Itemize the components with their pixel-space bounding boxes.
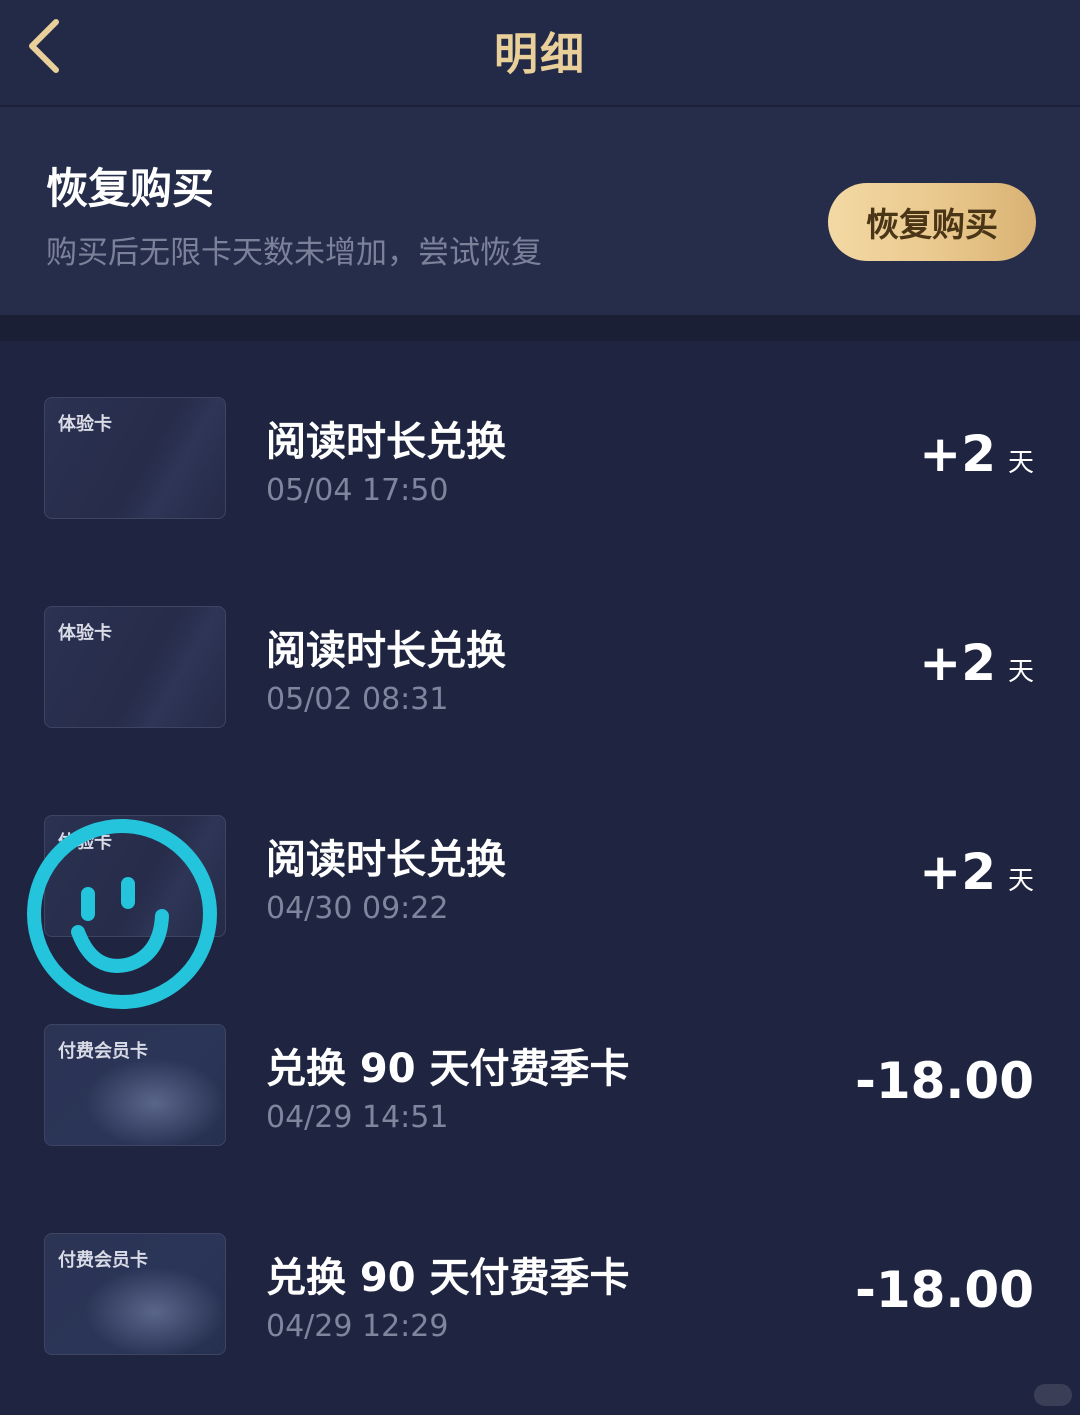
record-time: 05/02 08:31 [266,682,449,717]
restore-purchase-panel: 恢复购买 购买后无限卡天数未增加，尝试恢复 恢复购买 [0,107,1080,315]
card-label: 体验卡 [58,832,112,853]
amount-value: +2 [919,843,996,901]
restore-purchase-button[interactable]: 恢复购买 [828,183,1036,261]
list-item[interactable]: 体验卡 阅读时长兑换 04/30 09:22 +2 天 [0,759,1080,968]
record-title: 兑换 90 天付费季卡 [266,1255,630,1301]
watermark-badge [1034,1384,1072,1406]
list-item[interactable]: 付费会员卡 兑换 90 天付费季卡 04/29 14:51 -18.00 [0,968,1080,1177]
card-label: 体验卡 [58,414,112,435]
list-item[interactable]: 体验卡 阅读时长兑换 05/02 08:31 +2 天 [0,550,1080,759]
section-divider [0,315,1080,341]
list-item[interactable]: 体验卡 阅读时长兑换 05/04 17:50 +2 天 [0,341,1080,550]
record-amount: -18.00 [855,1052,1034,1110]
restore-description: 购买后无限卡天数未增加，尝试恢复 [46,235,542,271]
record-amount: +2 天 [919,634,1034,692]
record-amount: -18.00 [855,1261,1034,1319]
record-title: 阅读时长兑换 [266,628,506,674]
amount-value: -18.00 [855,1261,1034,1319]
amount-value: +2 [919,634,996,692]
record-time: 05/04 17:50 [266,473,449,508]
card-label: 付费会员卡 [58,1250,148,1271]
record-title: 兑换 90 天付费季卡 [266,1046,630,1092]
amount-unit: 天 [1007,866,1034,896]
record-amount: +2 天 [919,843,1034,901]
amount-unit: 天 [1007,448,1034,478]
card-thumbnail: 体验卡 [44,397,226,519]
card-thumbnail: 体验卡 [44,606,226,728]
record-title: 阅读时长兑换 [266,837,506,883]
amount-value: +2 [919,425,996,483]
record-time: 04/29 14:51 [266,1100,449,1135]
record-time: 04/30 09:22 [266,891,449,926]
card-label: 付费会员卡 [58,1041,148,1062]
page-title: 明细 [494,29,586,80]
record-time: 04/29 12:29 [266,1309,449,1344]
amount-value: -18.00 [855,1052,1034,1110]
amount-unit: 天 [1007,657,1034,687]
card-thumbnail: 付费会员卡 [44,1233,226,1355]
card-thumbnail: 付费会员卡 [44,1024,226,1146]
card-label: 体验卡 [58,623,112,644]
record-title: 阅读时长兑换 [266,419,506,465]
record-amount: +2 天 [919,425,1034,483]
restore-title: 恢复购买 [46,164,215,213]
card-thumbnail: 体验卡 [44,815,226,937]
list-item[interactable]: 付费会员卡 兑换 90 天付费季卡 04/29 12:29 -18.00 [0,1177,1080,1386]
top-bar: 明细 [0,0,1080,107]
